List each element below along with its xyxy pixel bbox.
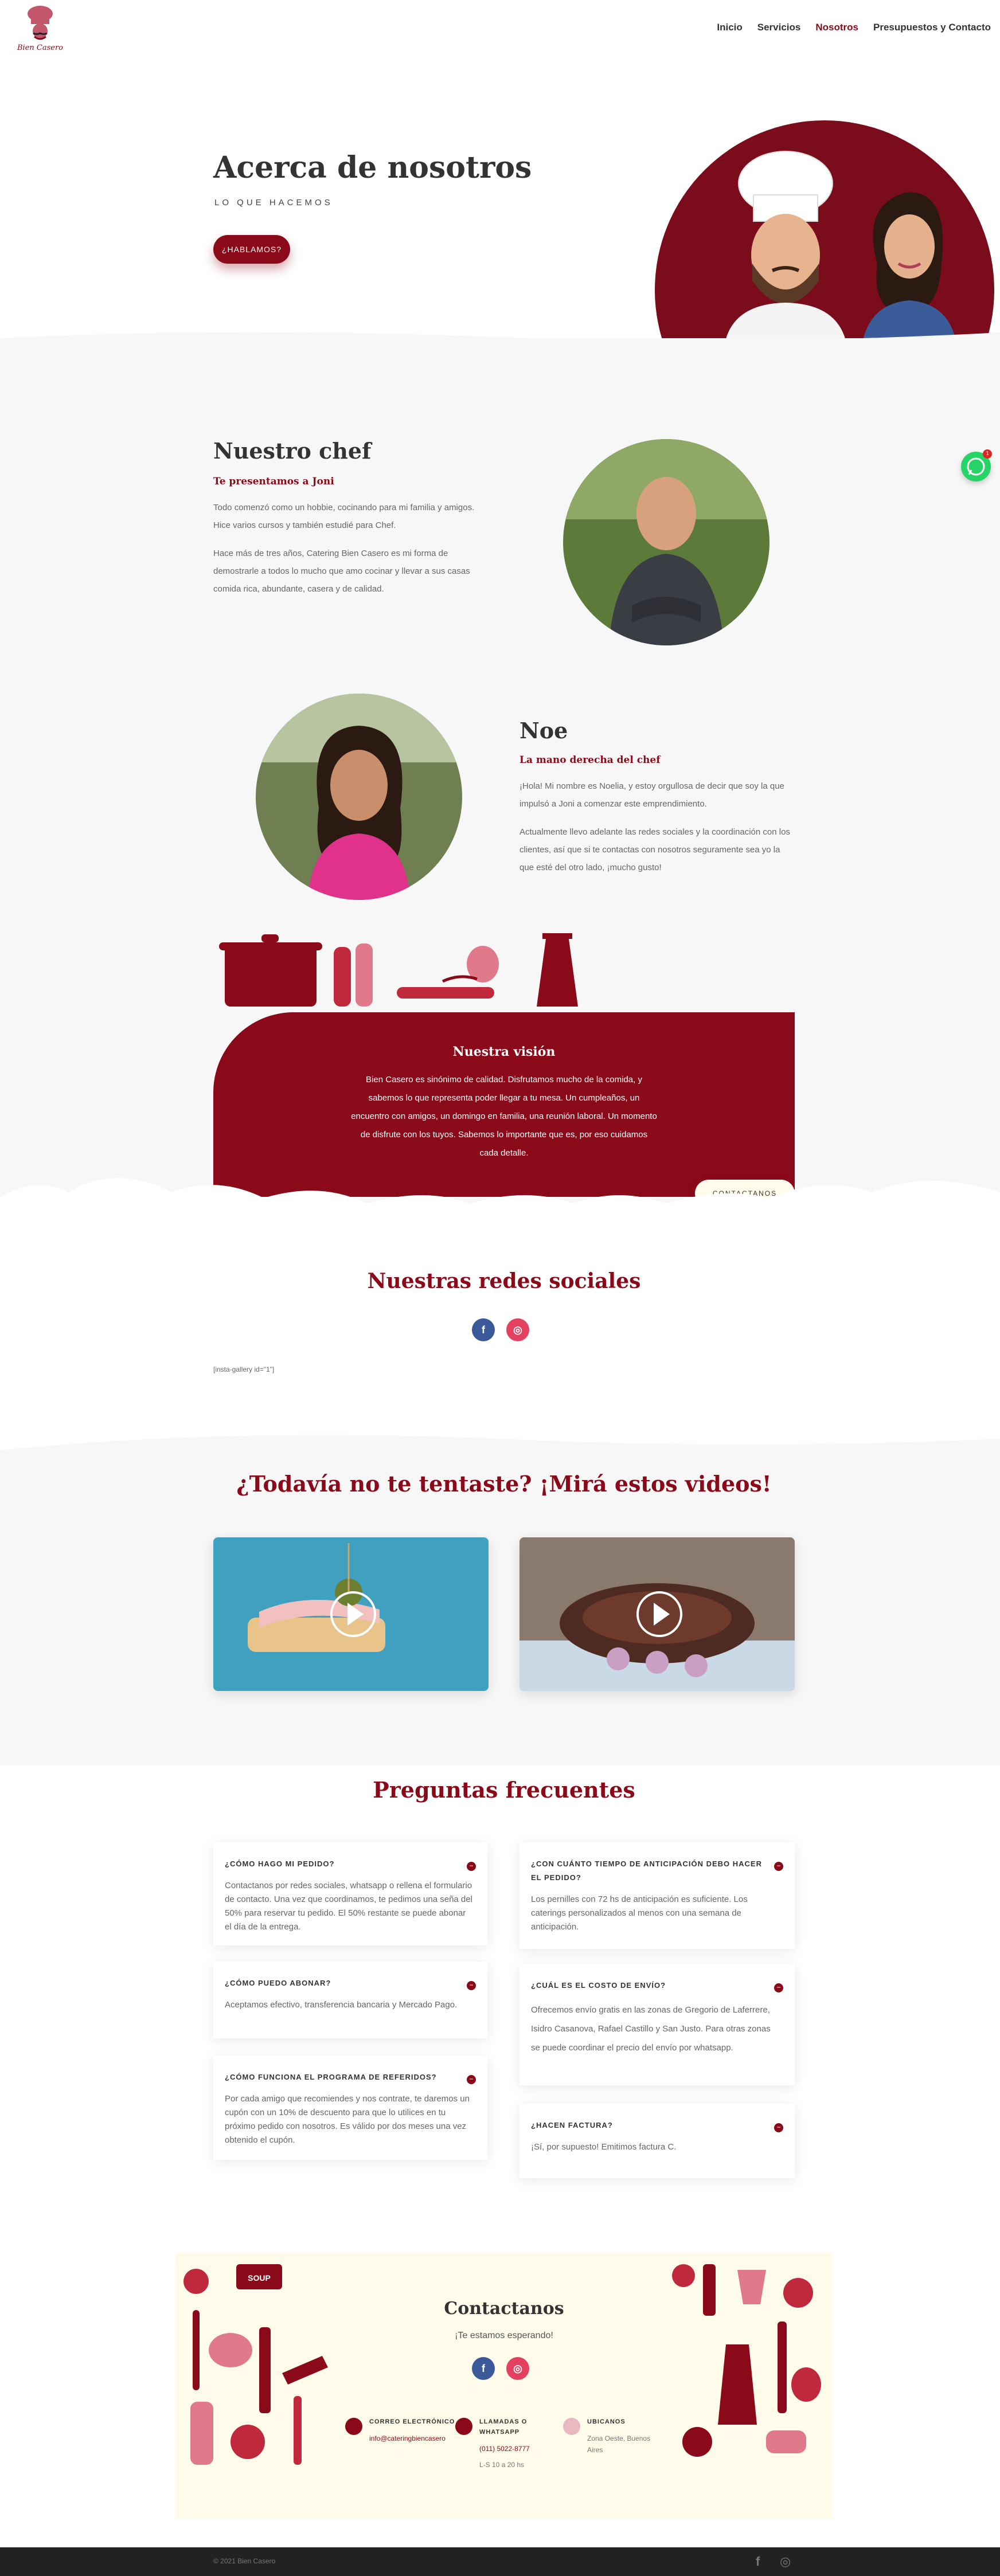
noe-title: Noe [519, 718, 568, 743]
video-roast-pernil[interactable] [519, 1537, 795, 1691]
phone-link[interactable]: (011) 5022-8777 [479, 2443, 530, 2454]
contact-subtitle: ¡Te estamos esperando! [455, 2331, 553, 2340]
page-subtitle: LO QUE HACEMOS [214, 198, 333, 208]
faq-answer: Los pernilles con 72 hs de anticipación … [531, 1894, 748, 1932]
faq-item-costo-envio[interactable]: ¿CUÁL ES EL COSTO DE ENVÍO? − Ofrecemos … [519, 1964, 795, 2085]
main-nav: Inicio Servicios Nosotros Presupuestos y… [717, 22, 991, 33]
nav-inicio[interactable]: Inicio [717, 22, 742, 33]
kitchen-icons-right-illustration [663, 2258, 829, 2476]
email-link[interactable]: info@cateringbiencasero [369, 2433, 446, 2444]
kitchen-icons-left-illustration [179, 2258, 345, 2476]
instagram-icon[interactable]: ◎ [506, 1318, 529, 1341]
email-icon [345, 2418, 362, 2435]
faq-answer: ¡Sí, por supuesto! Emitimos factura C. [531, 2142, 677, 2152]
faq-item-hacen-factura[interactable]: ¿HACEN FACTURA? − ¡Sí, por supuesto! Emi… [519, 2104, 795, 2178]
logo-wordmark: Bien Casero [17, 44, 64, 52]
hero-chefs-illustration [655, 120, 994, 350]
nav-nosotros[interactable]: Nosotros [815, 22, 858, 33]
chef-paragraph-2: Hace más de tres años, Catering Bien Cas… [213, 549, 470, 594]
footer-instagram-icon[interactable]: ◎ [780, 2554, 791, 2569]
faq-question: ¿CÓMO PUEDO ABONAR? [225, 1979, 331, 1987]
instagram-gallery-shortcode: [insta-gallery id="1"] [213, 1365, 275, 1373]
hablamos-button[interactable]: ¿HABLAMOS? [213, 235, 290, 264]
nav-presupuestos[interactable]: Presupuestos y Contacto [873, 22, 991, 33]
footer-copyright: © 2021 Bien Casero [213, 2557, 276, 2565]
location-heading: UBICANOS [587, 2418, 626, 2425]
chef-title: Nuestro chef [213, 438, 372, 464]
video-olive-appetizer[interactable] [213, 1537, 489, 1691]
whatsapp-button[interactable]: 1 [961, 449, 992, 481]
vision-text: Bien Casero es sinónimo de calidad. Disf… [351, 1075, 657, 1158]
faq-question: ¿CON CUÁNTO TIEMPO DE ANTICIPACIÓN DEBO … [531, 1859, 762, 1882]
contact-instagram-icon[interactable]: ◎ [506, 2357, 529, 2380]
faq-answer: Contactanos por redes sociales, whatsapp… [225, 1881, 472, 1932]
faq-title: Preguntas frecuentes [373, 1777, 635, 1803]
collapse-icon[interactable]: − [774, 1862, 783, 1871]
site-header: Bien Casero Inicio Servicios Nosotros Pr… [0, 0, 1000, 57]
page-title: Acerca de nosotros [213, 150, 532, 185]
soup-label: SOUP [248, 2273, 271, 2283]
collapse-icon[interactable]: − [774, 2123, 783, 2132]
location-text: Zona Oeste, Buenos Aires [587, 2434, 651, 2454]
collapse-icon[interactable]: − [467, 2075, 476, 2084]
phone-heading: LLAMADAS O WHATSAPP [479, 2418, 528, 2436]
faq-answer: Aceptamos efectivo, transferencia bancar… [225, 2000, 458, 2010]
faq-question: ¿CUÁL ES EL COSTO DE ENVÍO? [531, 1981, 666, 1990]
faq-question: ¿CÓMO FUNCIONA EL PROGRAMA DE REFERIDOS? [225, 2073, 437, 2081]
phone-icon [455, 2418, 472, 2435]
facebook-icon[interactable]: f [472, 1318, 495, 1341]
faq-item-como-puedo-abonar[interactable]: ¿CÓMO PUEDO ABONAR? − Aceptamos efectivo… [213, 1962, 487, 2038]
faq-item-programa-referidos[interactable]: ¿CÓMO FUNCIONA EL PROGRAMA DE REFERIDOS?… [213, 2056, 487, 2160]
faq-answer: Por cada amigo que recomiendes y nos con… [225, 2094, 470, 2145]
site-logo[interactable]: Bien Casero [17, 3, 63, 55]
contact-facebook-icon[interactable]: f [472, 2357, 495, 2380]
email-heading: CORREO ELECTRÓNICO [369, 2418, 455, 2425]
kitchen-utensils-illustration [213, 927, 586, 1008]
chef-paragraph-1: Todo comenzó como un hobbie, cocinando p… [213, 503, 475, 530]
faq-question: ¿CÓMO HAGO MI PEDIDO? [225, 1859, 335, 1868]
location-icon [563, 2418, 580, 2435]
vision-title: Nuestra visión [452, 1044, 556, 1059]
contact-title: Contactanos [444, 2299, 564, 2319]
faq-item-tiempo-anticipacion[interactable]: ¿CON CUÁNTO TIEMPO DE ANTICIPACIÓN DEBO … [519, 1842, 795, 1949]
nav-servicios[interactable]: Servicios [757, 22, 801, 33]
collapse-icon[interactable]: − [467, 1862, 476, 1871]
videos-title: ¿Todavía no te tentaste? ¡Mirá estos vid… [236, 1471, 772, 1497]
faq-item-como-hago-pedido[interactable]: ¿CÓMO HAGO MI PEDIDO? − Contactanos por … [213, 1842, 487, 1945]
site-footer: © 2021 Bien Casero f ◎ [0, 2547, 1000, 2576]
chef-kicker: Te presentamos a Joni [213, 476, 334, 487]
collapse-icon[interactable]: − [774, 1983, 783, 1992]
whatsapp-badge: 1 [983, 449, 992, 459]
chef-photo [563, 439, 769, 645]
noe-paragraph-2: Actualmente llevo adelante las redes soc… [519, 827, 790, 872]
collapse-icon[interactable]: − [467, 1981, 476, 1990]
cloud-divider [0, 1164, 1000, 1227]
noe-photo [256, 694, 462, 900]
faq-question: ¿HACEN FACTURA? [531, 2121, 613, 2129]
faq-answer: Ofrecemos envío gratis en las zonas de G… [531, 2005, 771, 2053]
phone-hours: L-S 10 a 20 hs [479, 2461, 525, 2469]
noe-paragraph-1: ¡Hola! Mi nombre es Noelia, y estoy orgu… [519, 781, 784, 809]
social-title: Nuestras redes sociales [367, 1269, 641, 1293]
noe-kicker: La mano derecha del chef [519, 754, 661, 766]
footer-facebook-icon[interactable]: f [756, 2554, 760, 2569]
